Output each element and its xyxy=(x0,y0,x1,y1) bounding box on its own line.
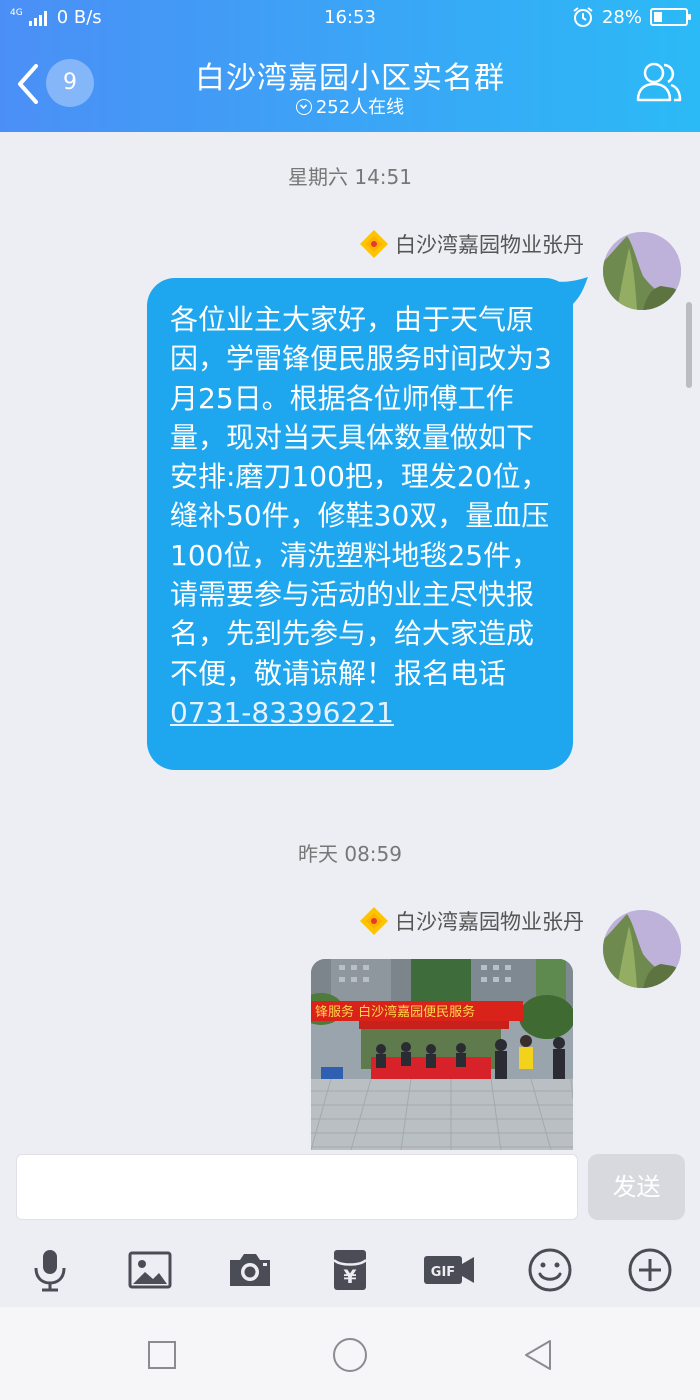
sender-name[interactable]: 白沙湾嘉园物业张丹 xyxy=(395,229,584,259)
online-count-text: 252人在线 xyxy=(315,97,405,118)
photo-banner-text: 锋服务 白沙湾嘉园便民服务 xyxy=(315,1004,475,1020)
back-button[interactable] xyxy=(518,1335,558,1375)
chat-toolbar: ¥ GIF xyxy=(0,1232,700,1307)
system-indicators: 28% xyxy=(572,6,691,28)
input-bar: 发送 xyxy=(0,1150,700,1232)
sender-name-row: 白沙湾嘉园物业张丹 xyxy=(359,906,584,936)
square-icon xyxy=(148,1341,176,1369)
group-title: 白沙湾嘉园小区实名群 xyxy=(195,61,505,96)
chat-header: 4G 0 B/s 16:53 28% 9 白沙湾嘉园小区实名群 252人在线 xyxy=(0,0,700,132)
avatar[interactable] xyxy=(603,232,681,310)
battery-percent: 28% xyxy=(601,6,642,28)
gif-text: GIF xyxy=(431,1265,455,1280)
message-input[interactable] xyxy=(16,1154,578,1220)
admin-badge-icon xyxy=(360,230,388,258)
phone-link[interactable]: 0731-83396221 xyxy=(170,696,394,729)
message-text: 各位业主大家好，由于天气原因，学雷锋便民服务时间改为3月25日。根据各位师傅工作… xyxy=(170,303,552,690)
red-packet-icon[interactable]: ¥ xyxy=(326,1246,374,1294)
battery-icon xyxy=(650,8,691,26)
home-button[interactable] xyxy=(330,1335,370,1375)
scrollbar[interactable] xyxy=(686,302,692,388)
battery-level xyxy=(654,12,662,22)
message-bubble[interactable]: 各位业主大家好，由于天气原因，学雷锋便民服务时间改为3月25日。根据各位师傅工作… xyxy=(147,278,573,770)
timestamp: 昨天 08:59 xyxy=(298,842,402,866)
message-list[interactable]: 星期六 14:51 白沙湾嘉园物业张丹 各位业主大家好，由于天气原因，学雷锋便民… xyxy=(0,132,700,1150)
emoji-icon[interactable] xyxy=(526,1246,574,1294)
yen-text: ¥ xyxy=(343,1266,356,1288)
circle-icon xyxy=(333,1338,367,1372)
system-nav-bar xyxy=(0,1307,700,1400)
image-message[interactable]: 锋服务 白沙湾嘉园便民服务 xyxy=(311,959,573,1150)
status-bar: 4G 0 B/s 16:53 28% xyxy=(0,0,700,36)
admin-badge-icon xyxy=(360,907,388,935)
alarm-icon xyxy=(573,7,593,27)
online-count[interactable]: 252人在线 xyxy=(0,93,700,119)
send-button[interactable]: 发送 xyxy=(588,1154,685,1220)
group-members-icon[interactable] xyxy=(634,58,684,104)
camera-icon[interactable] xyxy=(226,1246,274,1294)
triangle-back-icon xyxy=(525,1340,551,1370)
sender-name-row: 白沙湾嘉园物业张丹 xyxy=(359,229,584,259)
gif-icon[interactable]: GIF xyxy=(422,1246,478,1294)
image-icon[interactable] xyxy=(126,1246,174,1294)
plus-icon[interactable] xyxy=(626,1246,674,1294)
sender-name[interactable]: 白沙湾嘉园物业张丹 xyxy=(395,906,584,936)
avatar[interactable] xyxy=(603,910,681,988)
chevron-down-icon xyxy=(295,99,312,115)
timestamp: 星期六 14:51 xyxy=(288,165,412,189)
recents-button[interactable] xyxy=(142,1335,182,1375)
microphone-icon[interactable] xyxy=(26,1246,74,1294)
